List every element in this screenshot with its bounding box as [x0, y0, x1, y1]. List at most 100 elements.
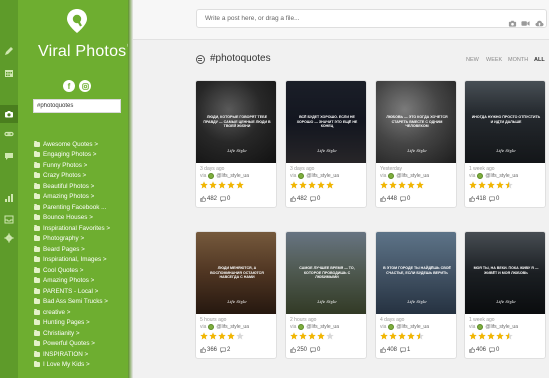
star-icon [299, 332, 307, 340]
sidebar-collection-item[interactable]: Christianity > [34, 328, 130, 339]
star-icon [308, 332, 316, 340]
sidebar-collection-item[interactable]: Inspirational Favorites > [34, 223, 130, 234]
source-username[interactable]: @lifs_style_ua [216, 173, 249, 179]
pencil-icon[interactable] [3, 45, 15, 57]
sidebar-collection-item[interactable]: Parenting Facebook ... [34, 202, 130, 213]
photo-card[interactable]: ЛЮДИ, КОТОРЫЕ ГОВОРЯТ ТЕБЕ ПРАВДУ — САМЫ… [195, 80, 277, 208]
source-username[interactable]: @lifs_style_ua [396, 324, 429, 330]
calendar-icon[interactable] [3, 67, 15, 79]
source-username[interactable]: @lifs_style_ua [216, 324, 249, 330]
photo-quote-image[interactable]: ЛЮБОВЬ — ЭТО КОГДА ХОЧЕТСЯ СТАРЕТЬ ВМЕСТ… [376, 81, 456, 163]
post-time: 2 hours ago [290, 317, 317, 323]
sidebar-collection-item[interactable]: Bad Ass Semi Trucks > [34, 297, 130, 308]
avatar [477, 324, 484, 330]
camera-icon[interactable] [0, 105, 18, 123]
photo-card[interactable]: ИНОГДА НУЖНО ПРОСТО ОТПУСТИТЬ И ИДТИ ДАЛ… [464, 80, 546, 208]
photo-quote-image[interactable]: САМОЕ ЛУЧШЕЕ ВРЕМЯ — ТО, КОТОРОЕ ПРОВОДИ… [286, 232, 366, 314]
sidebar-collection-item[interactable]: I Love My Kids > [34, 360, 130, 371]
likes-count: 418 [476, 196, 487, 202]
source-username[interactable]: @lifs_style_ua [306, 324, 339, 330]
sidebar-collection-item[interactable]: Engaging Photos > [34, 150, 130, 161]
via-label: via [290, 173, 297, 179]
post-composer[interactable]: Write a post here, or drag a file... [196, 9, 547, 28]
source-username[interactable]: @lifs_style_ua [485, 173, 518, 179]
comment-icon [489, 347, 495, 353]
avatar [477, 173, 484, 179]
source-username[interactable]: @lifs_style_ua [485, 324, 518, 330]
photo-card[interactable]: ЛЮДИ МЕНЯЮТСЯ, А ВОСПОМИНАНИЯ ОСТАЮТСЯ Н… [195, 231, 277, 359]
source-username[interactable]: @lifs_style_ua [396, 173, 429, 179]
sidebar-collection-label: Beard Pages > [43, 245, 85, 253]
sidebar-collection-item[interactable]: Awesome Quotes > [34, 139, 130, 150]
folder-icon [34, 140, 40, 147]
sidebar-collection-item[interactable]: Amazing Photos > [34, 192, 130, 203]
sidebar-collection-item[interactable]: PARENTS - Local > [34, 286, 130, 297]
comments-stat: 0 [310, 196, 320, 202]
comment-icon[interactable] [3, 150, 15, 162]
sidebar-collection-item[interactable]: Bounce Houses > [34, 213, 130, 224]
hashtag-search-input[interactable] [33, 99, 121, 113]
video-upload-icon[interactable] [521, 15, 530, 26]
photo-quote-image[interactable]: ЛЮДИ, КОТОРЫЕ ГОВОРЯТ ТЕБЕ ПРАВДУ — САМЫ… [196, 81, 276, 163]
avatar [298, 173, 305, 179]
comments-count: 0 [407, 196, 411, 202]
sidebar-collection-item[interactable]: creative > [34, 307, 130, 318]
photo-quote-image[interactable]: ЛЮДИ МЕНЯЮТСЯ, А ВОСПОМИНАНИЯ ОСТАЮТСЯ Н… [196, 232, 276, 314]
photo-card[interactable]: МОЯ ТЫ, НА ВЕКИ. ПОКА ЖИВУ Я — ЖИВЁТ И М… [464, 231, 546, 359]
engagement-stats: 406 0 [469, 347, 502, 353]
thumbs-up-icon [200, 347, 206, 353]
inbox-icon[interactable] [3, 213, 15, 225]
sidebar-collection-item[interactable]: Beard Pages > [34, 244, 130, 255]
sidebar-collection-item[interactable]: Beautiful Photos > [34, 181, 130, 192]
folder-icon [34, 340, 40, 347]
photo-quote-image[interactable]: В ЭТОМ ГОРОДЕ ТЫ НАЙДЁШЬ СВОЁ СЧАСТЬЕ, Е… [376, 232, 456, 314]
camera-upload-icon[interactable] [508, 15, 517, 27]
facebook-icon[interactable]: f [63, 80, 75, 92]
collections-list: Awesome Quotes > Engaging Photos > Funny P… [34, 139, 130, 370]
photo-card[interactable]: ЛЮБОВЬ — ЭТО КОГДА ХОЧЕТСЯ СТАРЕТЬ ВМЕСТ… [375, 80, 457, 208]
star-rating [380, 181, 424, 189]
sidebar-collection-item[interactable]: Powerful Quotes > [34, 339, 130, 350]
sidebar-collection-item[interactable]: Hunting Pages > [34, 318, 130, 329]
likes-stat: 448 [380, 196, 397, 202]
avatar [208, 324, 215, 330]
photo-quote-image[interactable]: ИНОГДА НУЖНО ПРОСТО ОТПУСТИТЬ И ИДТИ ДАЛ… [465, 81, 545, 163]
filter-week[interactable]: WEEK [486, 57, 502, 63]
instagram-icon[interactable] [79, 80, 91, 92]
gear-icon[interactable] [3, 232, 15, 244]
bar-chart-icon[interactable] [3, 192, 15, 204]
sidebar-collection-item[interactable]: INSPIRATION > [34, 349, 130, 360]
sidebar-collection-label: I Love My Kids > [43, 361, 90, 369]
photo-card[interactable]: В ЭТОМ ГОРОДЕ ТЫ НАЙДЁШЬ СВОЁ СЧАСТЬЕ, Е… [375, 231, 457, 359]
sidebar-collection-item[interactable]: Crazy Photos > [34, 171, 130, 182]
comments-count: 2 [227, 347, 231, 353]
link-icon[interactable] [3, 128, 15, 140]
sidebar-collection-item[interactable]: Amazing Photos > [34, 276, 130, 287]
sidebar-collection-label: Bad Ass Semi Trucks > [43, 298, 108, 306]
likes-stat: 482 [200, 196, 217, 202]
filter-all[interactable]: ALL [534, 57, 545, 63]
likes-count: 366 [207, 347, 218, 353]
photo-quote-image[interactable]: ВСЁ БУДЕТ ХОРОШО. ЕСЛИ НЕ ХОРОШО — ЗНАЧИ… [286, 81, 366, 163]
hashtag-feed-icon [196, 55, 205, 64]
filter-month[interactable]: MONTH [508, 57, 528, 63]
quote-text: МОЯ ТЫ, НА ВЕКИ. ПОКА ЖИВУ Я — ЖИВЁТ И М… [473, 266, 539, 275]
folder-icon [34, 298, 40, 305]
source-username[interactable]: @lifs_style_ua [306, 173, 339, 179]
via-label: via [200, 324, 207, 330]
star-icon [407, 332, 415, 340]
post-source: via @lifs_style_ua [290, 324, 339, 330]
composer-placeholder: Write a post here, or drag a file... [205, 15, 300, 22]
filter-new[interactable]: NEW [466, 57, 479, 63]
star-icon [290, 332, 298, 340]
photo-card[interactable]: САМОЕ ЛУЧШЕЕ ВРЕМЯ — ТО, КОТОРОЕ ПРОВОДИ… [285, 231, 367, 359]
sidebar-collection-item[interactable]: Cool Quotes > [34, 265, 130, 276]
sidebar-collection-item[interactable]: Photography > [34, 234, 130, 245]
engagement-stats: 250 0 [290, 347, 323, 353]
sidebar-collection-item[interactable]: Funny Photos > [34, 160, 130, 171]
photo-card[interactable]: ВСЁ БУДЕТ ХОРОШО. ЕСЛИ НЕ ХОРОШО — ЗНАЧИ… [285, 80, 367, 208]
star-icon [209, 181, 217, 189]
photo-quote-image[interactable]: МОЯ ТЫ, НА ВЕКИ. ПОКА ЖИВУ Я — ЖИВЁТ И М… [465, 232, 545, 314]
sidebar-collection-item[interactable]: Inspirational, Images > [34, 255, 130, 266]
cloud-upload-icon[interactable] [535, 15, 544, 27]
